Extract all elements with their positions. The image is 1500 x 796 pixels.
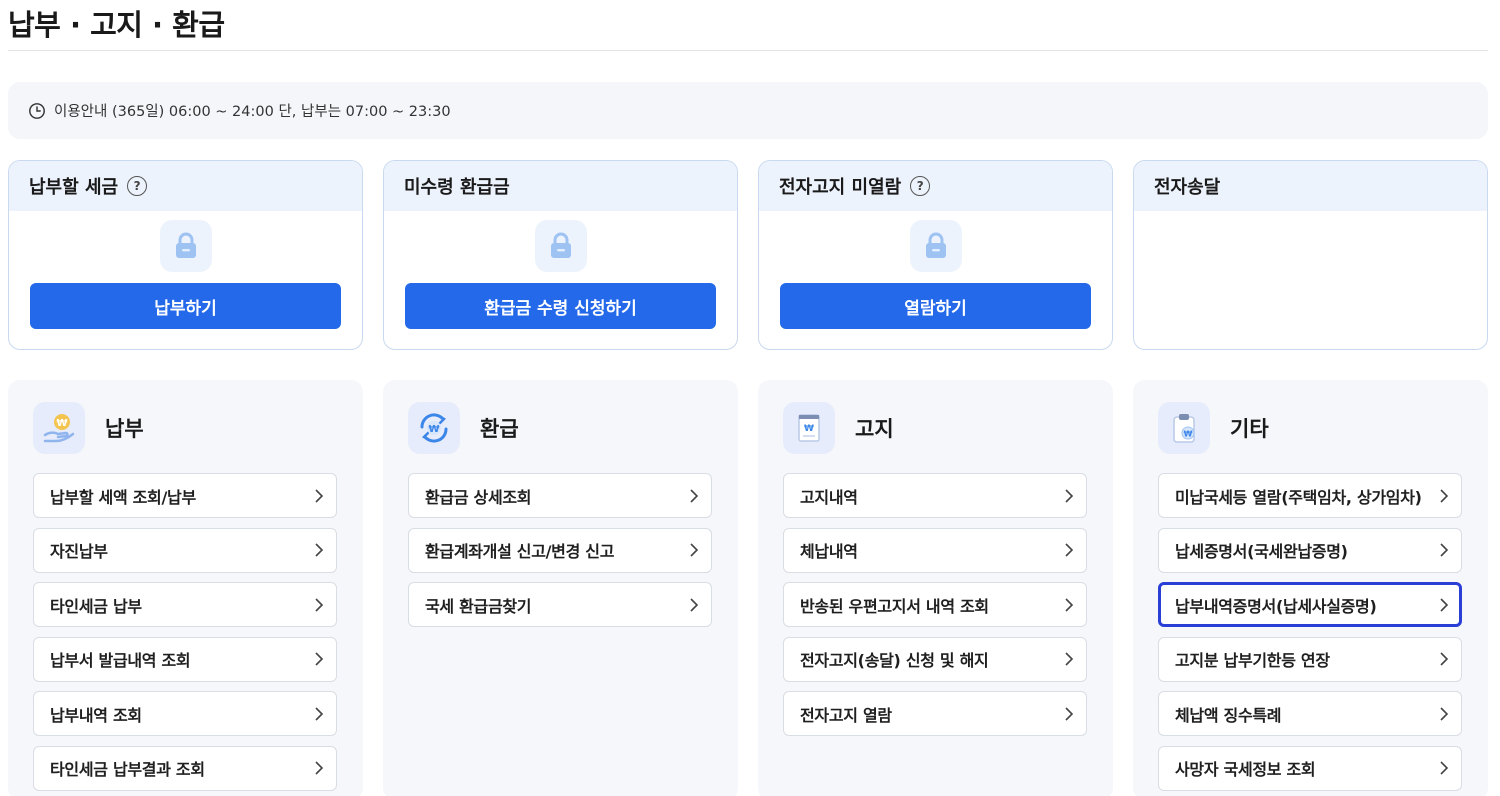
lock-icon — [535, 220, 587, 272]
svg-text:₩: ₩ — [56, 418, 67, 429]
list-item[interactable]: 미납국세등 열람(주택임차, 상가임차) — [1158, 473, 1462, 518]
list-item[interactable]: 타인세금 납부결과 조회 — [33, 745, 337, 791]
chevron-right-icon — [1440, 597, 1449, 612]
card-title: 미수령 환급금 — [404, 177, 510, 198]
panel-etc: ₩ 기타 미납국세등 열람(주택임차, 상가임차) 납세증명서(국세완납증명) … — [1133, 380, 1488, 796]
chevron-right-icon — [1440, 488, 1449, 503]
list-item[interactable]: 납부내역 조회 — [33, 691, 337, 736]
svg-text:₩: ₩ — [1184, 430, 1193, 439]
chevron-right-icon — [315, 543, 324, 557]
list-item[interactable]: 국세 환급금찾기 — [408, 582, 712, 627]
list-item[interactable]: 환급계좌개설 신고/변경 신고 — [408, 527, 712, 573]
card-unclaimed-refund: 미수령 환급금 환급금 수령 신청하기 — [383, 160, 738, 350]
list-item[interactable]: 납부할 세액 조회/납부 — [33, 473, 337, 518]
view-button[interactable]: 열람하기 — [780, 283, 1091, 329]
list-item[interactable]: 납세증명서(국세완납증명) — [1158, 527, 1462, 573]
chevron-right-icon — [690, 543, 699, 557]
card-header: 전자고지 미열람 ? — [759, 161, 1112, 211]
chevron-right-icon — [1065, 488, 1074, 503]
list-item[interactable]: 체납내역 — [783, 527, 1087, 573]
list-item[interactable]: 자진납부 — [33, 527, 337, 573]
chevron-right-icon — [315, 488, 324, 503]
card-header: 미수령 환급금 — [384, 161, 737, 211]
payment-menu-list: 납부할 세액 조회/납부 자진납부 타인세금 납부 납부서 발급내역 조회 납부… — [33, 473, 337, 796]
card-title: 전자고지 미열람 — [779, 177, 902, 198]
list-item[interactable]: 환급금 상세조회 — [408, 473, 712, 518]
card-title: 납부할 세금 — [29, 177, 119, 198]
lock-icon — [160, 220, 212, 272]
page-title: 납부 · 고지 · 환급 — [8, 8, 225, 42]
card-e-delivery: 전자송달 — [1133, 160, 1488, 350]
chevron-right-icon — [1065, 706, 1074, 721]
card-unread-e-notice: 전자고지 미열람 ? 열람하기 — [758, 160, 1113, 350]
chevron-right-icon — [1065, 652, 1074, 666]
list-item-selected[interactable]: 납부내역증명서(납세사실증명) — [1158, 582, 1462, 627]
list-item[interactable]: 고지분 납부기한등 연장 — [1158, 636, 1462, 682]
svg-text:₩: ₩ — [428, 424, 439, 435]
chevron-right-icon — [690, 597, 699, 612]
list-item[interactable]: 고지내역 — [783, 473, 1087, 518]
pay-button[interactable]: 납부하기 — [30, 283, 341, 329]
chevron-right-icon — [1440, 652, 1449, 666]
panel-title: 고지 — [855, 417, 894, 441]
list-item[interactable]: 전자고지(송달) 신청 및 해지 — [783, 636, 1087, 682]
hand-coin-icon: ₩ — [33, 402, 85, 454]
usage-notice-text: 이용안내 (365일) 06:00 ~ 24:00 단, 납부는 07:00 ~… — [54, 104, 451, 120]
chevron-right-icon — [1440, 543, 1449, 557]
clock-icon — [29, 102, 45, 119]
panel-payment: ₩ 납부 납부할 세액 조회/납부 자진납부 타인세금 납부 납부서 발급내역 … — [8, 380, 363, 796]
card-header: 납부할 세금 ? — [9, 161, 362, 211]
chevron-right-icon — [1065, 543, 1074, 557]
panel-title: 기타 — [1230, 417, 1269, 441]
refund-menu-list: 환급금 상세조회 환급계좌개설 신고/변경 신고 국세 환급금찾기 — [408, 473, 712, 637]
usage-notice: 이용안내 (365일) 06:00 ~ 24:00 단, 납부는 07:00 ~… — [8, 82, 1488, 139]
card-title: 전자송달 — [1154, 177, 1221, 198]
card-tax-to-pay: 납부할 세금 ? 납부하기 — [8, 160, 363, 350]
etc-menu-list: 미납국세등 열람(주택임차, 상가임차) 납세증명서(국세완납증명) 납부내역증… — [1158, 473, 1462, 796]
chevron-right-icon — [1440, 761, 1449, 775]
card-header: 전자송달 — [1134, 161, 1487, 211]
clipboard-coin-icon: ₩ — [1158, 402, 1210, 454]
help-icon[interactable]: ? — [127, 176, 148, 196]
lock-icon — [910, 220, 962, 272]
list-item[interactable]: 사망자 국세정보 조회 — [1158, 745, 1462, 791]
chevron-right-icon — [315, 761, 324, 775]
list-item[interactable]: 전자고지 열람 — [783, 691, 1087, 736]
list-item[interactable]: 타인세금 납부 — [33, 582, 337, 627]
notice-document-icon: ₩ — [783, 402, 835, 454]
list-item[interactable]: 체납액 징수특례 — [1158, 691, 1462, 736]
refund-cycle-icon: ₩ — [408, 402, 460, 454]
panel-notice: ₩ 고지 고지내역 체납내역 반송된 우편고지서 내역 조회 전자고지(송달) … — [758, 380, 1113, 796]
list-item[interactable]: 납부서 발급내역 조회 — [33, 636, 337, 682]
chevron-right-icon — [315, 652, 324, 666]
chevron-right-icon — [1440, 706, 1449, 721]
notice-menu-list: 고지내역 체납내역 반송된 우편고지서 내역 조회 전자고지(송달) 신청 및 … — [783, 473, 1087, 746]
help-icon[interactable]: ? — [910, 176, 931, 196]
panel-title: 환급 — [480, 417, 519, 441]
panel-refund: ₩ 환급 환급금 상세조회 환급계좌개설 신고/변경 신고 국세 환급금찾기 — [383, 380, 738, 796]
panel-title: 납부 — [105, 417, 144, 441]
chevron-right-icon — [1065, 597, 1074, 612]
chevron-right-icon — [315, 706, 324, 721]
svg-text:₩: ₩ — [804, 424, 814, 434]
chevron-right-icon — [315, 597, 324, 612]
title-divider — [8, 50, 1488, 51]
list-item[interactable]: 반송된 우편고지서 내역 조회 — [783, 582, 1087, 627]
chevron-right-icon — [690, 488, 699, 503]
refund-claim-button[interactable]: 환급금 수령 신청하기 — [405, 283, 716, 329]
